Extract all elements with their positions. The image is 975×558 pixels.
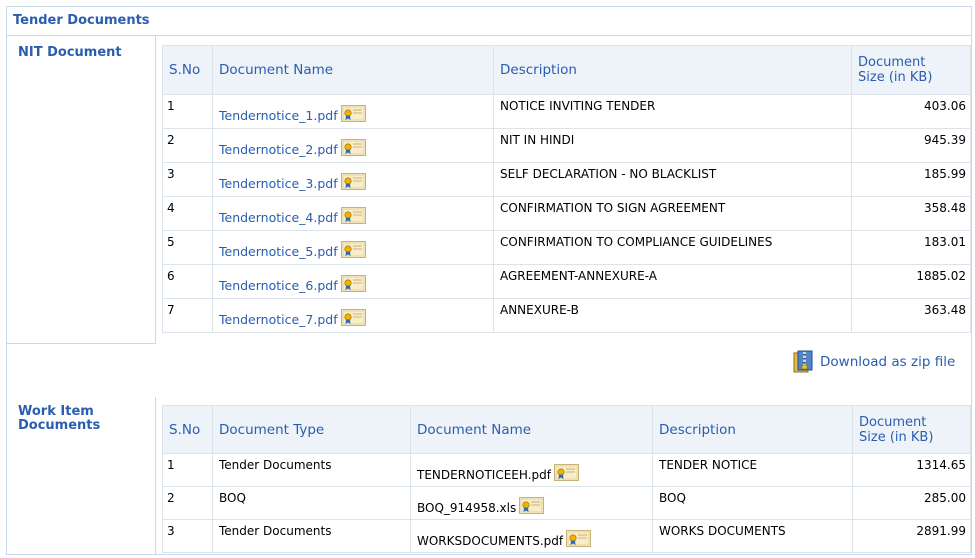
certificate-icon	[340, 139, 366, 156]
col-document-size: Document Size (in KB)	[852, 405, 971, 454]
row-size: 1314.65	[852, 453, 971, 487]
document-name[interactable]: TENDERNOTICEEH.pdf	[417, 468, 551, 482]
document-name[interactable]: Tendernotice_2.pdf	[219, 142, 338, 157]
page-title: Tender Documents	[13, 13, 150, 28]
row-description: CONFIRMATION TO SIGN AGREEMENT	[493, 196, 852, 231]
row-sno: 7	[162, 298, 213, 333]
row-size: 1885.02	[851, 264, 971, 299]
work-item-table: S.No Document Type Document Name Descrip…	[162, 405, 971, 553]
table-row: 2 BOQ BOQ_914958.xls BOQ 285.00	[162, 486, 971, 520]
certificate-icon	[340, 173, 366, 190]
table-row: 1 Tendernotice_1.pdf NOTICE INVITING TENDE…	[162, 94, 971, 129]
certificate-icon	[340, 275, 366, 292]
col-sno: S.No	[162, 45, 213, 95]
download-zip-link[interactable]: Download as zip file	[792, 350, 955, 374]
document-link[interactable]: Tendernotice_6.pdf	[212, 264, 494, 299]
document-name[interactable]: Tendernotice_3.pdf	[219, 176, 338, 191]
table-row: 6 Tendernotice_6.pdf AGREEMENT-ANNEXURE-A 1…	[162, 264, 971, 299]
document-link[interactable]: BOQ_914958.xls	[410, 486, 653, 520]
row-description: ANNEXURE-B	[493, 298, 852, 333]
document-link[interactable]: Tendernotice_2.pdf	[212, 128, 494, 163]
row-sno: 3	[162, 162, 213, 197]
table-row: 7 Tendernotice_7.pdf ANNEXURE-B 363.48	[162, 298, 971, 333]
col-document-type: Document Type	[212, 405, 411, 454]
row-size: 285.00	[852, 486, 971, 520]
document-name[interactable]: Tendernotice_6.pdf	[219, 278, 338, 293]
row-sno: 1	[162, 453, 213, 487]
download-zip-label[interactable]: Download as zip file	[820, 354, 955, 370]
certificate-icon	[340, 309, 366, 326]
table-row: 4 Tendernotice_4.pdf CONFIRMATION TO SIGN …	[162, 196, 971, 231]
document-link[interactable]: Tendernotice_7.pdf	[212, 298, 494, 333]
table-row: 3 Tendernotice_3.pdf SELF DECLARATION - NO…	[162, 162, 971, 197]
row-description: BOQ	[652, 486, 853, 520]
row-sno: 1	[162, 94, 213, 129]
document-link[interactable]: TENDERNOTICEEH.pdf	[410, 453, 653, 487]
col-description: Description	[493, 45, 852, 95]
nit-document-table: S.No Document Name Description Document S…	[162, 45, 971, 333]
row-sno: 2	[162, 128, 213, 163]
row-size: 358.48	[851, 196, 971, 231]
row-document-type: Tender Documents	[212, 453, 411, 487]
row-size: 363.48	[851, 298, 971, 333]
row-size: 185.99	[851, 162, 971, 197]
document-name[interactable]: Tendernotice_5.pdf	[219, 244, 338, 259]
document-link[interactable]: WORKSDOCUMENTS.pdf	[410, 519, 653, 553]
col-document-name: Document Name	[212, 45, 494, 95]
row-description: CONFIRMATION TO COMPLIANCE GUIDELINES	[493, 230, 852, 265]
row-size: 2891.99	[852, 519, 971, 553]
table-row: 5 Tendernotice_5.pdf CONFIRMATION TO COMPL…	[162, 230, 971, 265]
document-name[interactable]: Tendernotice_1.pdf	[219, 108, 338, 123]
row-size: 403.06	[851, 94, 971, 129]
table-row: 1 Tender Documents TENDERNOTICEEH.pdf TENDE…	[162, 453, 971, 487]
row-document-type: BOQ	[212, 486, 411, 520]
row-sno: 2	[162, 486, 213, 520]
document-link[interactable]: Tendernotice_1.pdf	[212, 94, 494, 129]
document-name[interactable]: WORKSDOCUMENTS.pdf	[417, 534, 563, 548]
document-link[interactable]: Tendernotice_5.pdf	[212, 230, 494, 265]
row-sno: 6	[162, 264, 213, 299]
row-description: NIT IN HINDI	[493, 128, 852, 163]
row-description: AGREEMENT-ANNEXURE-A	[493, 264, 852, 299]
certificate-icon	[340, 207, 366, 224]
row-description: WORKS DOCUMENTS	[652, 519, 853, 553]
row-description: NOTICE INVITING TENDER	[493, 94, 852, 129]
col-document-name: Document Name	[410, 405, 653, 454]
col-sno: S.No	[162, 405, 213, 454]
document-name[interactable]: Tendernotice_4.pdf	[219, 210, 338, 225]
row-size: 945.39	[851, 128, 971, 163]
col-document-size: Document Size (in KB)	[851, 45, 971, 95]
row-size: 183.01	[851, 230, 971, 265]
row-description: SELF DECLARATION - NO BLACKLIST	[493, 162, 852, 197]
row-document-type: Tender Documents	[212, 519, 411, 553]
table-header-row: S.No Document Type Document Name Descrip…	[162, 405, 971, 454]
nit-label-box	[7, 36, 156, 344]
certificate-icon	[553, 464, 579, 481]
document-name[interactable]: BOQ_914958.xls	[417, 501, 516, 515]
table-header-row: S.No Document Name Description Document S…	[162, 45, 971, 95]
row-sno: 5	[162, 230, 213, 265]
work-item-label-box	[7, 397, 156, 555]
col-description: Description	[652, 405, 853, 454]
zip-archive-icon	[793, 350, 813, 373]
certificate-icon	[566, 530, 592, 547]
table-row: 2 Tendernotice_2.pdf NIT IN HINDI 945.39	[162, 128, 971, 163]
certificate-icon	[340, 241, 366, 258]
row-sno: 4	[162, 196, 213, 231]
table-row: 3 Tender Documents WORKSDOCUMENTS.pdf WORKS…	[162, 519, 971, 553]
certificate-icon	[340, 105, 366, 122]
row-description: TENDER NOTICE	[652, 453, 853, 487]
document-link[interactable]: Tendernotice_3.pdf	[212, 162, 494, 197]
certificate-icon	[519, 497, 545, 514]
document-name[interactable]: Tendernotice_7.pdf	[219, 312, 338, 327]
document-link[interactable]: Tendernotice_4.pdf	[212, 196, 494, 231]
row-sno: 3	[162, 519, 213, 553]
